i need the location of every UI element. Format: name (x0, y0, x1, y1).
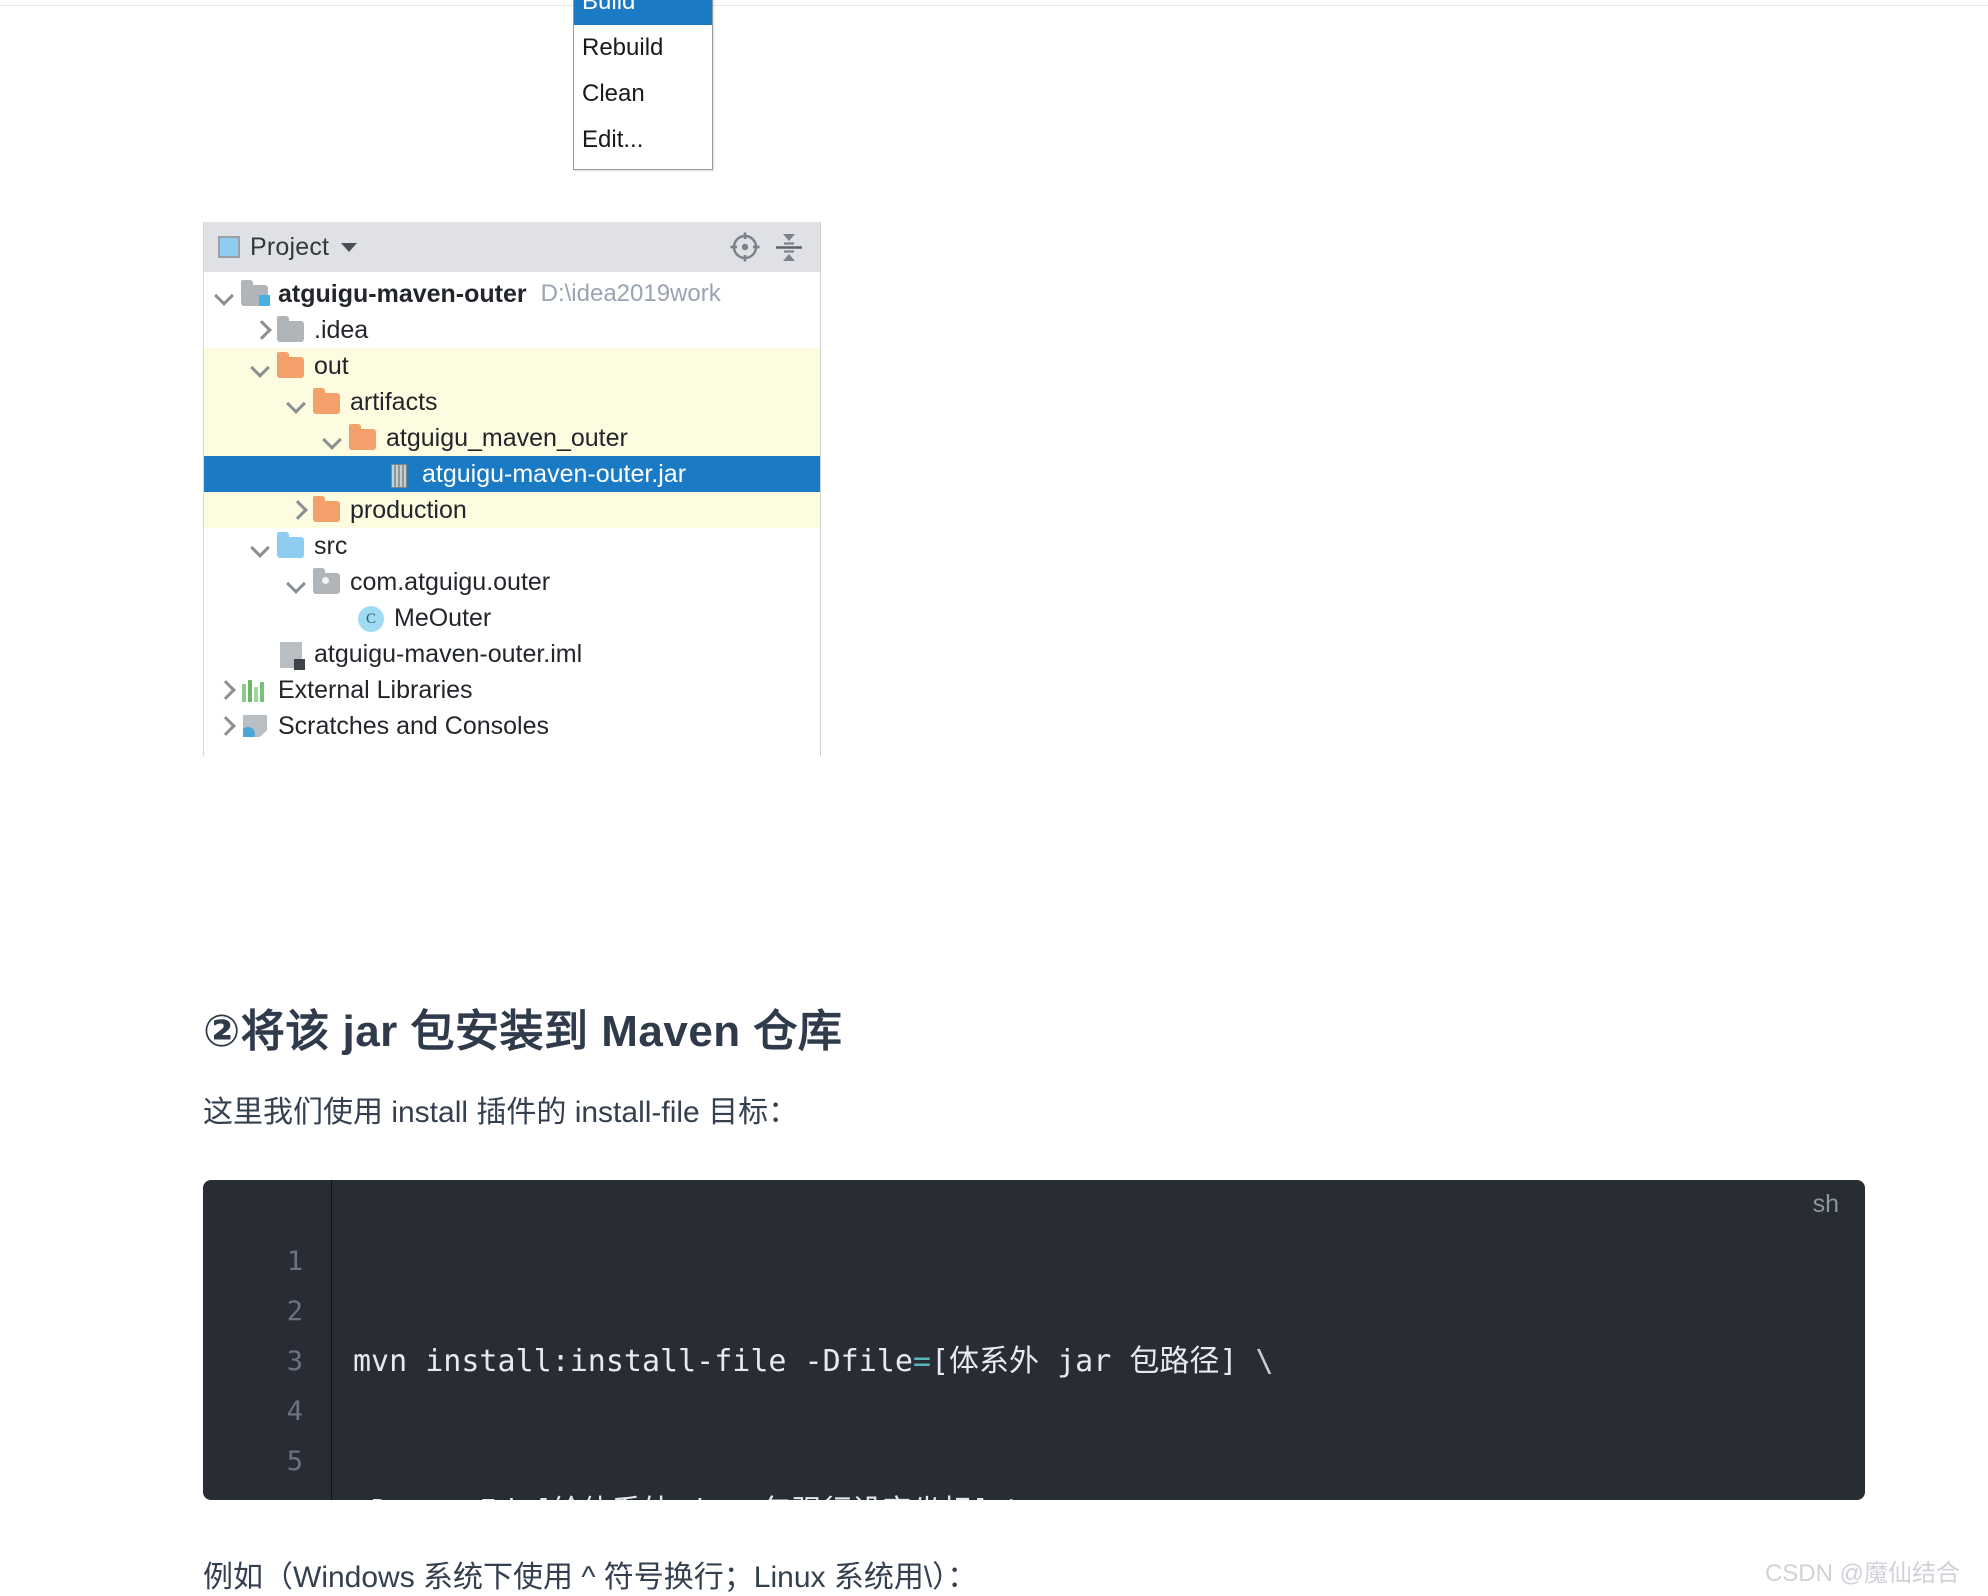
code-line: mvn install:install-file -Dfile=[体系外 jar… (353, 1344, 1274, 1379)
tree-label: production (350, 495, 467, 524)
folder-icon (312, 496, 342, 523)
java-class-icon: C (356, 605, 386, 632)
chevron-down-icon[interactable] (284, 389, 310, 415)
line-number: 4 (286, 1396, 303, 1427)
code-gutter: 1 2 3 4 5 (203, 1180, 332, 1500)
page-top-divider (0, 5, 1988, 6)
code-content[interactable]: mvn install:install-file -Dfile=[体系外 jar… (353, 1237, 1274, 1500)
tree-row-iml-file[interactable]: atguigu-maven-outer.iml (204, 636, 820, 672)
code-block: sh 1 2 3 4 5 mvn install:install-file -D… (203, 1180, 1865, 1500)
package-icon (312, 568, 342, 595)
tree-label: Scratches and Consoles (278, 711, 549, 740)
module-folder-icon (240, 280, 270, 307)
context-menu-item-clean[interactable]: Clean (574, 71, 712, 117)
source-folder-icon (276, 532, 306, 559)
collapse-all-icon[interactable] (772, 230, 806, 264)
tree-label: MeOuter (394, 603, 492, 632)
no-chevron (328, 605, 354, 631)
tree-row-scratches-and-consoles[interactable]: Scratches and Consoles (204, 708, 820, 744)
page-heading: ②将该 jar 包安装到 Maven 仓库 (203, 1007, 843, 1056)
project-window-icon (218, 236, 240, 258)
folder-icon (312, 388, 342, 415)
context-menu-item-rebuild[interactable]: Rebuild (574, 25, 712, 71)
scratches-icon (240, 713, 270, 739)
context-menu-item-build[interactable]: Build (574, 0, 712, 25)
code-line: -DgroupId=[给体系外 jar 包强行设定坐标] \ (353, 1487, 1274, 1500)
tree-label: atguigu-maven-outer (278, 279, 527, 308)
tree-row-atguigu-maven-outer-artifact[interactable]: atguigu_maven_outer (204, 420, 820, 456)
csdn-watermark: CSDN @魔仙结合 (1764, 1560, 1960, 1587)
chevron-down-icon[interactable] (212, 281, 238, 307)
tree-row-artifacts[interactable]: artifacts (204, 384, 820, 420)
tree-label: .idea (314, 315, 369, 344)
tree-row-out[interactable]: out (204, 348, 820, 384)
tree-row-idea[interactable]: .idea (204, 312, 820, 348)
project-panel-title: Project (250, 232, 330, 261)
line-number: 3 (286, 1346, 303, 1377)
chevron-down-icon[interactable] (341, 242, 358, 252)
tree-row-external-libraries[interactable]: External Libraries (204, 672, 820, 708)
tree-label: out (314, 351, 349, 380)
project-panel-header: Project (204, 222, 820, 272)
tree-row-production[interactable]: production (204, 492, 820, 528)
tree-label: atguigu_maven_outer (386, 423, 628, 452)
folder-icon (348, 424, 378, 451)
tree-row-meouter[interactable]: C MeOuter (204, 600, 820, 636)
following-paragraph: 例如（Windows 系统下使用 ^ 符号换行；Linux 系统用\）： (203, 1561, 978, 1594)
scroll-from-source-icon[interactable] (728, 230, 762, 264)
code-language-label: sh (1812, 1190, 1839, 1218)
jar-file-icon (384, 461, 414, 488)
tree-row-atguigu-maven-outer-jar[interactable]: atguigu-maven-outer.jar (204, 456, 820, 492)
chevron-down-icon[interactable] (248, 353, 274, 379)
tree-label: atguigu-maven-outer.jar (422, 459, 687, 488)
chevron-right-icon[interactable] (212, 677, 238, 703)
chevron-down-icon[interactable] (320, 425, 346, 451)
folder-icon (276, 316, 306, 343)
folder-icon (276, 352, 306, 379)
line-number: 5 (286, 1446, 303, 1477)
tree-row-atguigu-maven-outer[interactable]: atguigu-maven-outer D:\idea2019work (204, 276, 820, 312)
build-context-menu[interactable]: Build Rebuild Clean Edit... (573, 0, 713, 170)
module-path: D:\idea2019work (540, 280, 721, 307)
line-number: 2 (286, 1296, 303, 1327)
tree-label: src (314, 531, 348, 560)
chevron-right-icon[interactable] (248, 317, 274, 343)
context-menu-item-edit[interactable]: Edit... (574, 117, 712, 163)
tree-row-com-atguigu-outer[interactable]: com.atguigu.outer (204, 564, 820, 600)
tree-label: External Libraries (278, 675, 473, 704)
intro-paragraph: 这里我们使用 install 插件的 install-file 目标： (203, 1096, 799, 1129)
chevron-right-icon[interactable] (212, 713, 238, 739)
project-tool-window: Project atguigu-maven-outer D:\idea2019w… (203, 222, 821, 756)
line-number: 1 (286, 1246, 303, 1277)
no-chevron (248, 641, 274, 667)
chevron-down-icon[interactable] (248, 533, 274, 559)
tree-label: com.atguigu.outer (350, 567, 551, 596)
chevron-down-icon[interactable] (284, 569, 310, 595)
no-chevron (356, 461, 382, 487)
tree-label: artifacts (350, 387, 438, 416)
project-tree[interactable]: atguigu-maven-outer D:\idea2019work .ide… (204, 272, 820, 756)
tree-label: atguigu-maven-outer.iml (314, 639, 583, 668)
tree-row-src[interactable]: src (204, 528, 820, 564)
external-libraries-icon (240, 677, 270, 703)
iml-file-icon (276, 641, 306, 670)
chevron-right-icon[interactable] (284, 497, 310, 523)
